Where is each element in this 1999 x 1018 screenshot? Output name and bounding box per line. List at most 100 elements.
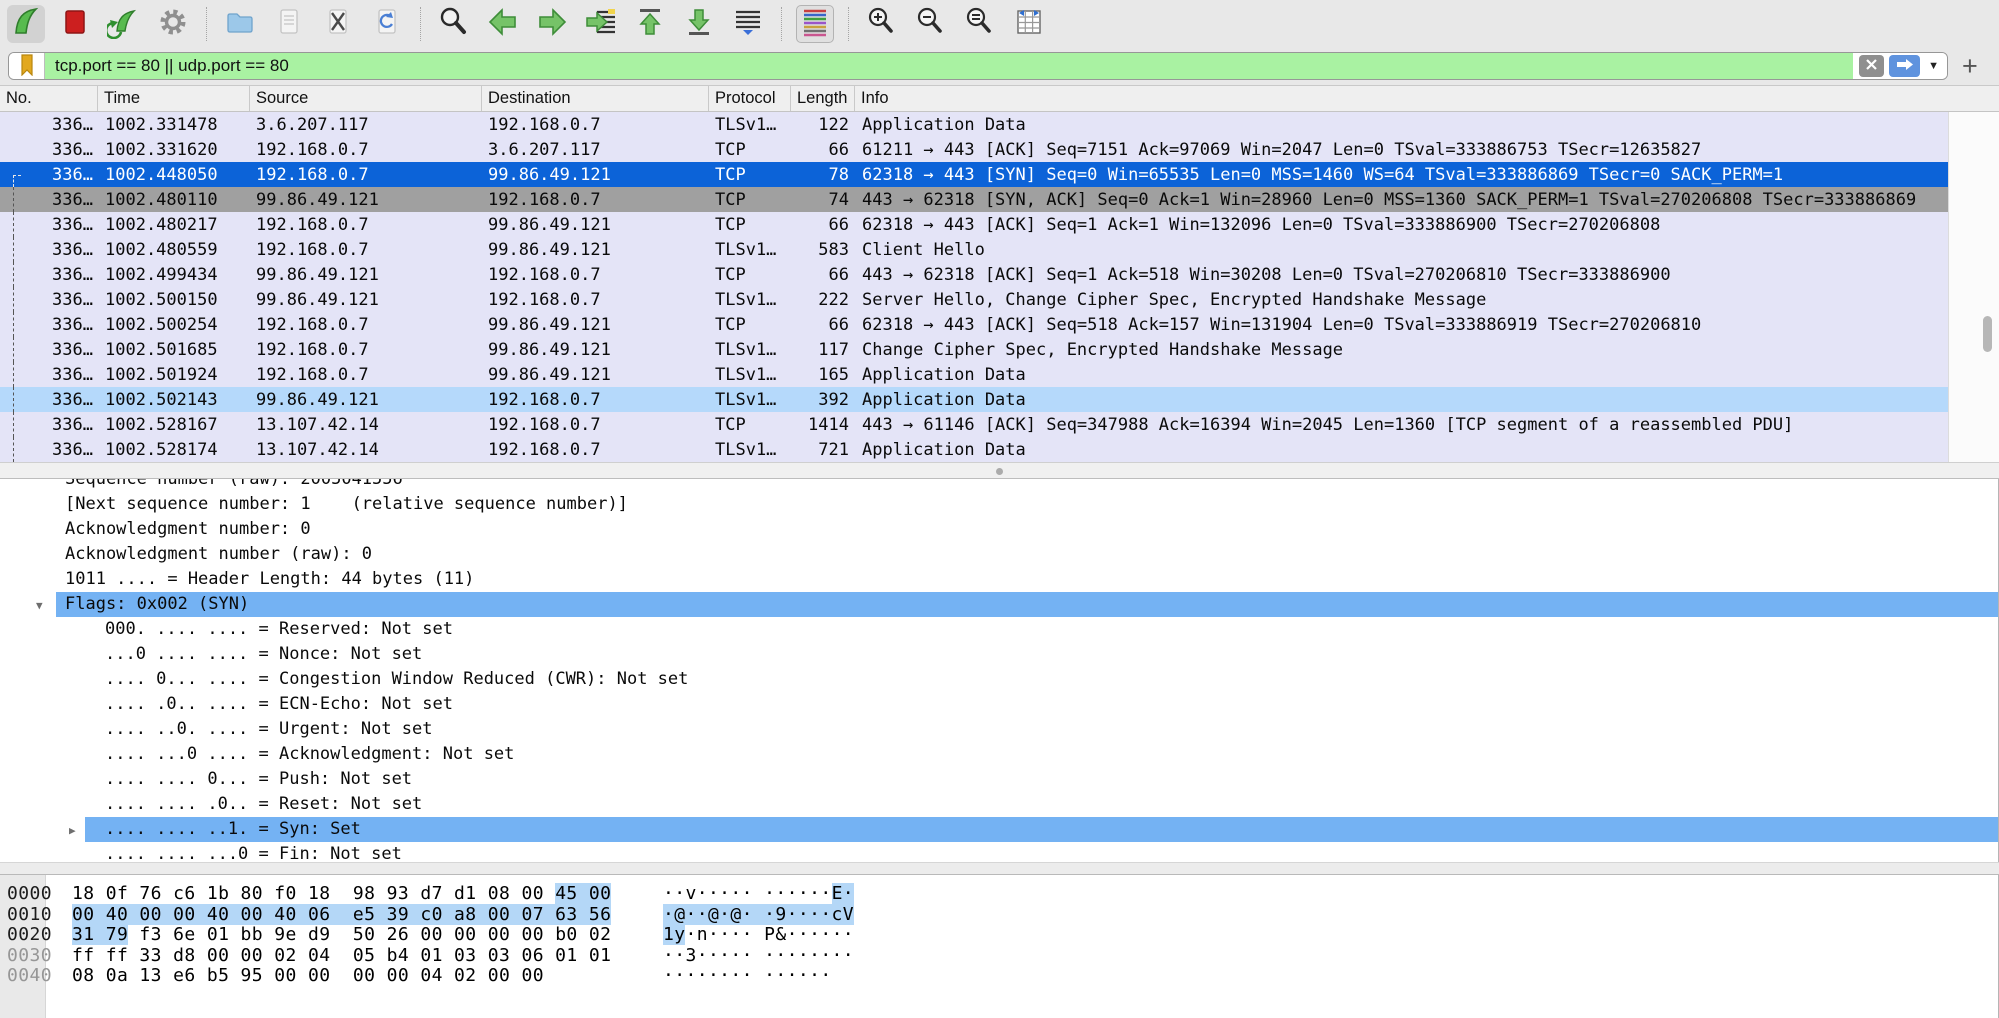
column-header-proto[interactable]: Protocol [709, 86, 791, 111]
packet-list-scrollbar[interactable] [1948, 112, 1999, 462]
detail-text: .... .0.. .... = ECN-Echo: Not set [0, 692, 453, 717]
detail-line[interactable]: .... 0... .... = Congestion Window Reduc… [0, 667, 1998, 692]
filter-text[interactable]: tcp.port == 80 || udp.port == 80 [45, 53, 1853, 79]
detail-line[interactable]: ▶.... .... ..1. = Syn: Set [0, 817, 1998, 842]
reload-file-button[interactable] [368, 5, 406, 43]
colorize-packets-button[interactable] [796, 5, 834, 43]
folder-icon [223, 5, 257, 42]
column-header-time[interactable]: Time [98, 86, 250, 111]
hex-ascii: 1y·n···· P&······ [663, 925, 854, 946]
hex-row[interactable]: 000018 0f 76 c6 1b 80 f0 18 98 93 d7 d1 … [0, 884, 1998, 905]
detail-line[interactable]: .... ..0. .... = Urgent: Not set [0, 717, 1998, 742]
cell-dst: 99.86.49.121 [482, 365, 709, 385]
scrollbar-thumb[interactable] [1983, 316, 1992, 352]
packet-row[interactable]: 336…1002.50015099.86.49.121192.168.0.7TL… [0, 287, 1948, 312]
go-back-button[interactable] [484, 5, 522, 43]
detail-line[interactable]: .... .... ...0 = Fin: Not set [0, 842, 1998, 862]
detail-text: .... ...0 .... = Acknowledgment: Not set [0, 742, 514, 767]
cell-dst: 192.168.0.7 [482, 415, 709, 435]
packet-row[interactable]: 336…1002.50214399.86.49.121192.168.0.7TL… [0, 387, 1948, 412]
detail-line[interactable]: .... ...0 .... = Acknowledgment: Not set [0, 742, 1998, 767]
packet-row[interactable]: 336…1002.480559192.168.0.799.86.49.121TL… [0, 237, 1948, 262]
cell-dst: 192.168.0.7 [482, 290, 709, 310]
packet-row[interactable]: 336…1002.501685192.168.0.799.86.49.121TL… [0, 337, 1948, 362]
filter-bookmark-button[interactable] [9, 53, 45, 79]
detail-line[interactable]: Sequence number (raw): 2005041556 [0, 479, 1998, 492]
clear-filter-button[interactable] [1859, 55, 1884, 77]
go-forward-button[interactable] [533, 5, 571, 43]
close-file-button[interactable] [319, 5, 357, 43]
zoom-out-icon [914, 5, 948, 42]
detail-line[interactable]: 1011 .... = Header Length: 44 bytes (11) [0, 567, 1998, 592]
detail-line[interactable]: ▼Flags: 0x002 (SYN) [0, 592, 1998, 617]
packet-row[interactable]: 336…1002.500254192.168.0.799.86.49.121TC… [0, 312, 1948, 337]
display-filter-input[interactable]: tcp.port == 80 || udp.port == 80 ▼ [8, 52, 1948, 80]
hex-offset: 0000 [0, 884, 46, 905]
cell-proto: TLSv1… [709, 240, 791, 260]
save-file-button[interactable] [270, 5, 308, 43]
hex-row[interactable]: 002031 79 f3 6e 01 bb 9e d9 50 26 00 00 … [0, 925, 1998, 946]
cell-src: 192.168.0.7 [250, 165, 482, 185]
auto-scroll-button[interactable] [729, 5, 767, 43]
packet-row[interactable]: 336…1002.52816713.107.42.14192.168.0.7TC… [0, 412, 1948, 437]
auto-scroll-icon [731, 5, 765, 42]
cell-proto: TCP [709, 140, 791, 160]
apply-filter-button[interactable] [1889, 55, 1920, 77]
detail-line[interactable]: .... .0.. .... = ECN-Echo: Not set [0, 692, 1998, 717]
go-to-top-button[interactable] [631, 5, 669, 43]
packet-row[interactable]: 336…1002.48011099.86.49.121192.168.0.7TC… [0, 187, 1948, 212]
collapse-arrow-icon[interactable]: ▼ [36, 593, 43, 618]
zoom-in-button[interactable] [863, 5, 901, 43]
column-header-len[interactable]: Length [791, 86, 855, 111]
cell-time: 1002.499434 [98, 265, 250, 285]
packet-row[interactable]: 336…1002.331620192.168.0.73.6.207.117TCP… [0, 137, 1948, 162]
hex-row[interactable]: 0030ff ff 33 d8 00 00 02 04 05 b4 01 03 … [0, 946, 1998, 967]
hex-segment: ff ff 33 d8 00 00 02 04 05 b4 01 03 03 0… [72, 945, 611, 966]
go-to-bottom-button[interactable] [680, 5, 718, 43]
packet-row[interactable]: 336…1002.52817413.107.42.14192.168.0.7TL… [0, 437, 1948, 462]
hex-ascii: ··v····· ······E· [663, 884, 854, 905]
go-to-packet-button[interactable] [582, 5, 620, 43]
packet-row[interactable]: 336…1002.501924192.168.0.799.86.49.121TL… [0, 362, 1948, 387]
detail-line[interactable]: .... .... 0... = Push: Not set [0, 767, 1998, 792]
resize-columns-button[interactable] [1010, 5, 1048, 43]
go-to-top-icon [633, 5, 667, 42]
column-header-no[interactable]: No. [0, 86, 98, 111]
capture-options-button[interactable] [154, 5, 192, 43]
cell-proto: TCP [709, 165, 791, 185]
detail-line[interactable]: Acknowledgment number: 0 [0, 517, 1998, 542]
packet-row[interactable]: 336…1002.49943499.86.49.121192.168.0.7TC… [0, 262, 1948, 287]
add-filter-button[interactable]: + [1962, 53, 1978, 80]
filter-history-caret-icon[interactable]: ▼ [1925, 60, 1939, 72]
detail-line[interactable]: 000. .... .... = Reserved: Not set [0, 617, 1998, 642]
cell-len: 78 [791, 165, 855, 185]
pane-splitter[interactable] [0, 462, 1999, 479]
expand-arrow-icon[interactable]: ▶ [69, 818, 76, 843]
conversation-bracket [13, 212, 21, 237]
detail-line[interactable]: .... .... .0.. = Reset: Not set [0, 792, 1998, 817]
detail-line[interactable]: ...0 .... .... = Nonce: Not set [0, 642, 1998, 667]
packet-row[interactable]: 336…1002.480217192.168.0.799.86.49.121TC… [0, 212, 1948, 237]
find-packet-button[interactable] [435, 5, 473, 43]
hex-row[interactable]: 004008 0a 13 e6 b5 95 00 00 00 00 04 02 … [0, 966, 1998, 987]
open-file-button[interactable] [221, 5, 259, 43]
column-header-dst[interactable]: Destination [482, 86, 709, 111]
restart-capture-button[interactable] [105, 5, 143, 43]
packet-row[interactable]: 336…1002.448050192.168.0.799.86.49.121TC… [0, 162, 1948, 187]
column-header-src[interactable]: Source [250, 86, 482, 111]
hex-ascii: ·@··@·@· ·9····cV [663, 905, 854, 926]
detail-text: 1011 .... = Header Length: 44 bytes (11) [0, 567, 474, 592]
detail-line[interactable]: Acknowledgment number (raw): 0 [0, 542, 1998, 567]
column-header-info[interactable]: Info [855, 86, 1999, 111]
stop-capture-button[interactable] [56, 5, 94, 43]
start-capture-button[interactable] [7, 5, 45, 43]
hex-row[interactable]: 001000 40 00 00 40 00 40 06 e5 39 c0 a8 … [0, 905, 1998, 926]
hex-segment: 31 79 [72, 924, 128, 945]
zoom-out-button[interactable] [912, 5, 950, 43]
detail-line[interactable]: [Next sequence number: 1 (relative seque… [0, 492, 1998, 517]
detail-text: Acknowledgment number (raw): 0 [0, 542, 372, 567]
cell-info: 443 → 62318 [ACK] Seq=1 Ack=518 Win=3020… [855, 265, 1948, 285]
packet-row[interactable]: 336…1002.3314783.6.207.117192.168.0.7TLS… [0, 112, 1948, 137]
zoom-reset-button[interactable] [961, 5, 999, 43]
pane-splitter[interactable] [0, 862, 1999, 875]
